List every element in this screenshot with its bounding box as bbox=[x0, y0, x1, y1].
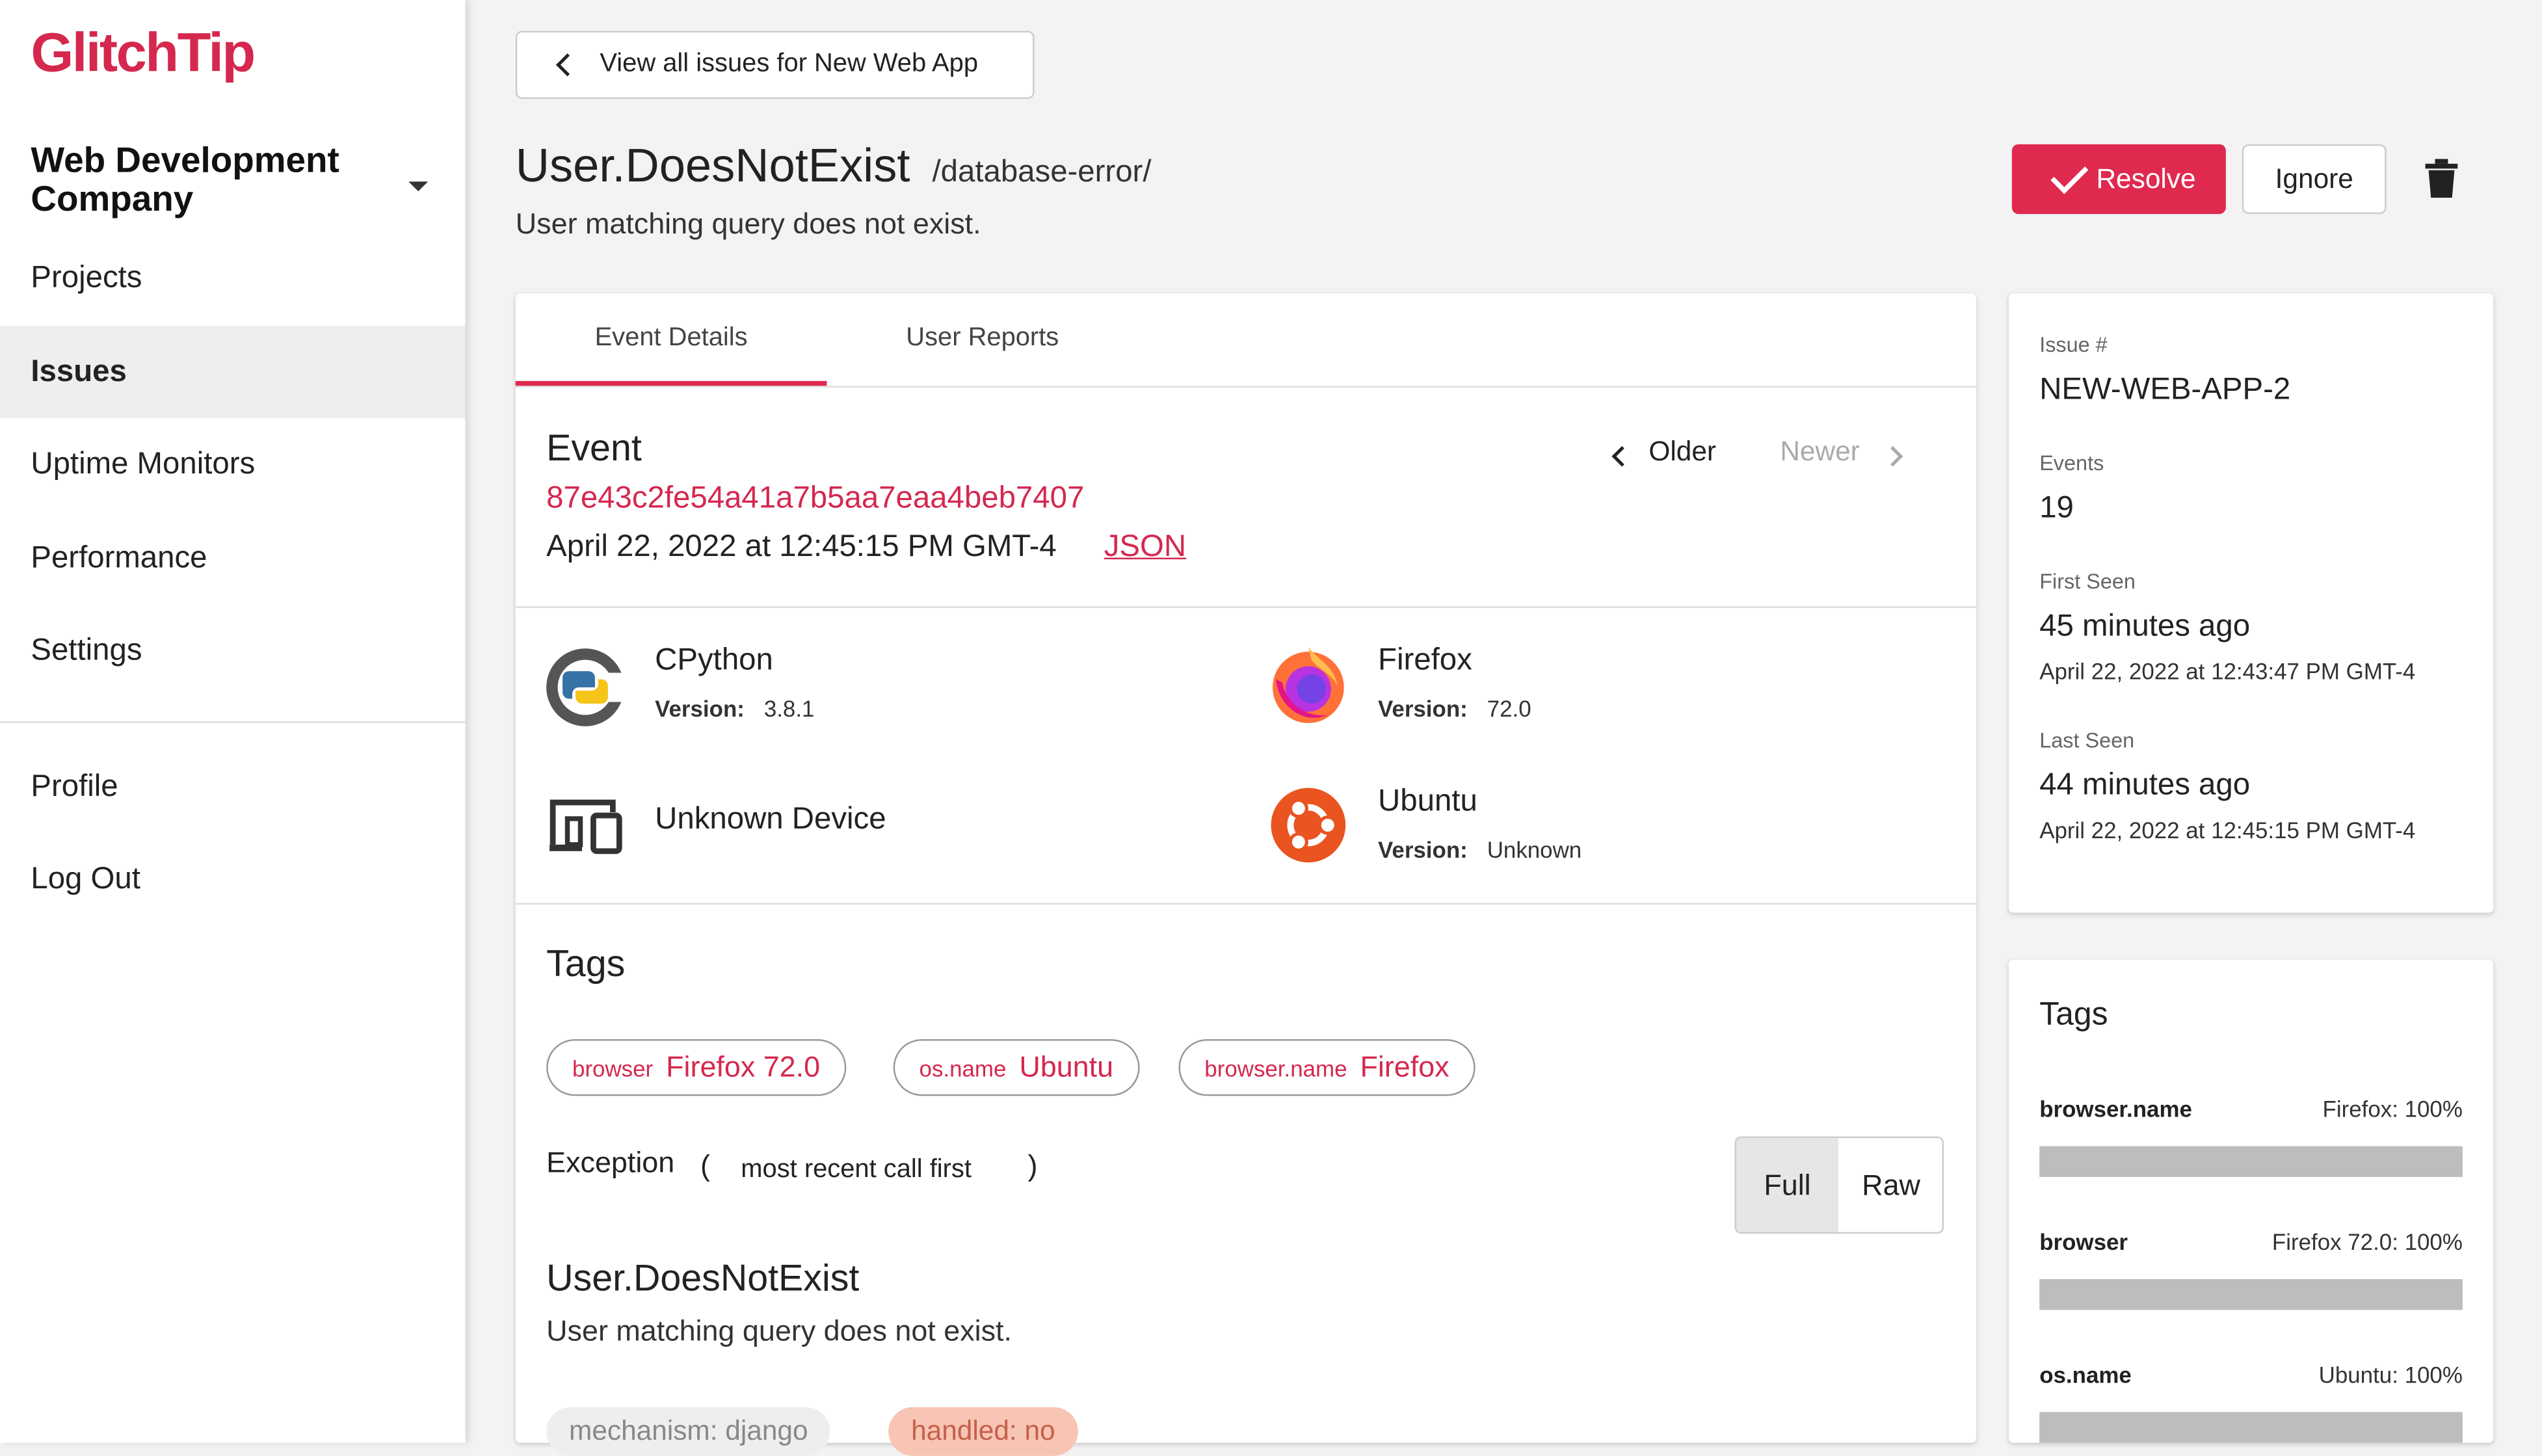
firefox-icon bbox=[1273, 646, 1344, 723]
issue-number-value: NEW-WEB-APP-2 bbox=[2039, 373, 2291, 407]
view-all-issues-button[interactable]: View all issues for New Web App bbox=[515, 31, 1035, 99]
handled-pill: handled: no bbox=[888, 1407, 1078, 1456]
older-event-button[interactable]: Older bbox=[1607, 436, 1769, 472]
nav-issues[interactable]: Issues bbox=[0, 326, 466, 419]
tag-summary-key[interactable]: browser bbox=[2039, 1229, 2128, 1255]
nav-settings[interactable]: Settings bbox=[0, 605, 465, 697]
exception-label: Exception bbox=[546, 1146, 675, 1179]
chevron-right-icon bbox=[1882, 445, 1903, 467]
issue-culprit: /database-error/ bbox=[932, 155, 1152, 190]
exception-message: User matching query does not exist. bbox=[546, 1314, 1012, 1347]
chevron-left-icon bbox=[1611, 445, 1633, 467]
event-card: Event Details User Reports Event 87e43c2… bbox=[515, 293, 1976, 1456]
exception-type: User.DoesNotExist bbox=[546, 1256, 860, 1299]
tag-chip[interactable]: browser.name Firefox bbox=[1178, 1039, 1476, 1096]
version-value: 3.8.1 bbox=[763, 695, 815, 722]
sidebar-divider bbox=[0, 721, 466, 723]
raw-view-button[interactable]: Raw bbox=[1838, 1138, 1942, 1232]
context-os-version: Version: Unknown bbox=[1378, 836, 1582, 862]
context-device-name: Unknown Device bbox=[655, 802, 886, 837]
chevron-left-icon bbox=[555, 53, 579, 77]
tab-divider bbox=[515, 386, 1976, 388]
tag-value: Ubuntu bbox=[1019, 1050, 1114, 1083]
version-value: Unknown bbox=[1487, 836, 1582, 863]
last-seen-label: Last Seen bbox=[2039, 728, 2135, 752]
nav-log-out[interactable]: Log Out bbox=[0, 833, 465, 925]
version-label: Version: bbox=[655, 695, 745, 722]
version-value: 72.0 bbox=[1487, 695, 1531, 722]
tag-value: Firefox bbox=[1360, 1050, 1450, 1083]
mechanism-pill: mechanism: django bbox=[546, 1407, 831, 1456]
tag-summary-bar[interactable] bbox=[2039, 1278, 2463, 1310]
issue-title: User.DoesNotExist bbox=[515, 140, 910, 193]
tag-value: Firefox 72.0 bbox=[666, 1050, 821, 1083]
issue-meta-card: Issue # NEW-WEB-APP-2 Events 19 First Se… bbox=[2008, 293, 2494, 913]
tag-summary-key[interactable]: os.name bbox=[2039, 1362, 2132, 1388]
json-link[interactable]: JSON bbox=[1104, 530, 1186, 566]
newer-label: Newer bbox=[1780, 436, 1860, 467]
close-paren: ) bbox=[1027, 1149, 1038, 1182]
events-label: Events bbox=[2039, 451, 2104, 475]
python-icon bbox=[546, 648, 626, 726]
tab-user-reports[interactable]: User Reports bbox=[827, 293, 1138, 386]
last-seen-date: April 22, 2022 at 12:45:15 PM GMT-4 bbox=[2039, 817, 2416, 843]
tag-key: browser bbox=[572, 1055, 654, 1081]
tag-chip[interactable]: browser Firefox 72.0 bbox=[546, 1039, 846, 1096]
last-seen-value: 44 minutes ago bbox=[2039, 768, 2251, 803]
context-runtime-name: CPython bbox=[655, 643, 773, 678]
tags-summary-heading: Tags bbox=[2039, 997, 2108, 1033]
tag-key: browser.name bbox=[1204, 1055, 1347, 1081]
tag-summary-key[interactable]: browser.name bbox=[2039, 1096, 2192, 1122]
chevron-down-icon[interactable] bbox=[408, 181, 429, 192]
first-seen-label: First Seen bbox=[2039, 569, 2136, 594]
nav-uptime-monitors[interactable]: Uptime Monitors bbox=[0, 418, 465, 510]
newer-event-button[interactable]: Newer bbox=[1780, 436, 1926, 472]
section-divider bbox=[515, 606, 1976, 608]
context-runtime-version: Version: 3.8.1 bbox=[655, 695, 814, 721]
older-label: Older bbox=[1648, 436, 1717, 467]
back-button-label: View all issues for New Web App bbox=[600, 50, 979, 78]
context-browser-version: Version: 72.0 bbox=[1378, 695, 1531, 721]
glitchtip-logo[interactable]: GlitchTip bbox=[31, 23, 256, 86]
context-browser-name: Firefox bbox=[1378, 643, 1472, 678]
tags-summary-card: Tags browser.name Firefox: 100% browser … bbox=[2008, 959, 2494, 1443]
tag-summary-percent: Firefox: 100% bbox=[2322, 1096, 2463, 1122]
events-value: 19 bbox=[2039, 491, 2074, 525]
tag-summary-bar[interactable] bbox=[2039, 1146, 2463, 1177]
tag-summary-percent: Firefox 72.0: 100% bbox=[2271, 1228, 2463, 1255]
sidebar: GlitchTip Web Development Company Projec… bbox=[0, 0, 466, 1443]
tag-summary-bar[interactable] bbox=[2039, 1412, 2463, 1443]
issue-subtitle: User matching query does not exist. bbox=[515, 207, 981, 240]
tags-heading: Tags bbox=[546, 942, 626, 985]
version-label: Version: bbox=[1378, 695, 1468, 722]
tab-event-details[interactable]: Event Details bbox=[515, 293, 827, 386]
full-raw-toggle: Full Raw bbox=[1734, 1136, 1944, 1234]
full-view-button[interactable]: Full bbox=[1736, 1138, 1839, 1232]
event-date: April 22, 2022 at 12:45:15 PM GMT-4 bbox=[546, 530, 1057, 564]
version-label: Version: bbox=[1378, 836, 1468, 863]
first-seen-value: 45 minutes ago bbox=[2039, 609, 2251, 644]
context-os-name: Ubuntu bbox=[1378, 784, 1477, 819]
tag-key: os.name bbox=[919, 1055, 1007, 1081]
event-id[interactable]: 87e43c2fe54a41a7b5aa7eaa4beb7407 bbox=[546, 481, 1084, 517]
tag-chip[interactable]: os.name Ubuntu bbox=[893, 1039, 1139, 1096]
issue-number-label: Issue # bbox=[2039, 332, 2108, 357]
resolve-label: Resolve bbox=[2096, 163, 2196, 195]
device-icon bbox=[549, 799, 622, 854]
stack-order-toggle[interactable]: most recent call first bbox=[741, 1156, 972, 1185]
event-heading: Event bbox=[546, 426, 642, 469]
resolve-button[interactable]: Resolve bbox=[2011, 144, 2226, 215]
trash-icon[interactable] bbox=[2425, 159, 2458, 198]
nav-projects[interactable]: Projects bbox=[0, 232, 465, 324]
section-divider bbox=[515, 903, 1976, 905]
first-seen-date: April 22, 2022 at 12:43:47 PM GMT-4 bbox=[2039, 658, 2416, 685]
check-icon bbox=[2050, 156, 2089, 194]
nav-profile[interactable]: Profile bbox=[0, 741, 465, 833]
open-paren: ( bbox=[700, 1149, 710, 1182]
nav-performance[interactable]: Performance bbox=[0, 512, 465, 605]
tag-summary-percent: Ubuntu: 100% bbox=[2318, 1362, 2463, 1388]
ubuntu-icon bbox=[1271, 788, 1346, 863]
ignore-button[interactable]: Ignore bbox=[2242, 144, 2387, 215]
organization-name[interactable]: Web Development Company bbox=[31, 140, 403, 219]
